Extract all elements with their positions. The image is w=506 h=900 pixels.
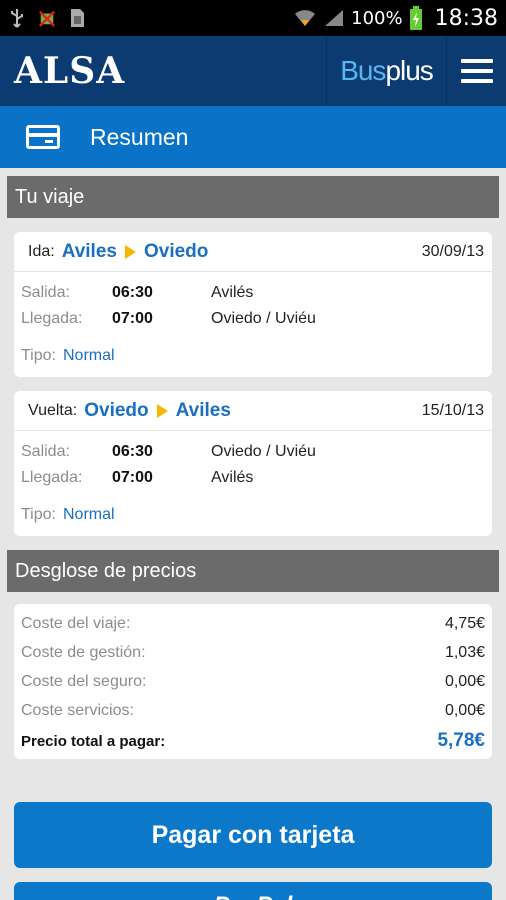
trip-section-header: Tu viaje xyxy=(7,176,499,218)
price-row-trip: Coste del viaje: 4,75€ xyxy=(21,609,485,638)
total-value: 5,78€ xyxy=(437,730,485,751)
price-breakdown: Coste del viaje: 4,75€ Coste de gestión:… xyxy=(14,604,492,759)
price-row-insurance: Coste del seguro: 0,00€ xyxy=(21,667,485,696)
price-total-row: Precio total a pagar: 5,78€ xyxy=(21,725,485,757)
total-label: Precio total a pagar: xyxy=(21,732,166,750)
page-title-bar: Resumen xyxy=(0,106,506,168)
price-label: Coste del seguro: xyxy=(21,672,147,690)
departure-label: Salida: xyxy=(21,284,70,301)
hamburger-icon-bar xyxy=(460,79,493,83)
menu-button[interactable] xyxy=(446,36,506,106)
price-section-header: Desglose de precios xyxy=(7,550,499,592)
trip-card-outbound: Ida: Aviles Oviedo 30/09/13 Salida: 06:3… xyxy=(14,232,492,377)
status-bar: 100% 18:38 xyxy=(0,0,506,36)
usb-icon xyxy=(11,9,23,28)
price-value: 4,75€ xyxy=(444,614,485,632)
price-value: 0,00€ xyxy=(444,672,485,690)
app-bar: ALSA Bus plus xyxy=(0,36,506,106)
sd-card-icon xyxy=(71,9,84,27)
trip-destination: Oviedo xyxy=(143,240,209,262)
departure-row: Salida: 06:30 Oviedo / Uviéu xyxy=(21,439,485,465)
hamburger-icon-bar xyxy=(460,59,493,63)
trip-kind: Ida: xyxy=(28,242,55,260)
arrow-right-icon xyxy=(124,244,136,259)
pay-with-paypal-button[interactable]: PayPal xyxy=(14,882,492,900)
trip-date: 15/10/13 xyxy=(421,401,484,419)
fare-type-label: Tipo: xyxy=(21,347,56,364)
wifi-icon xyxy=(295,10,316,26)
arrival-time: 07:00 xyxy=(112,310,153,327)
arrival-time: 07:00 xyxy=(112,469,153,486)
fare-type-row: Tipo: Normal xyxy=(21,343,485,369)
trip-header: Vuelta: Oviedo Aviles 15/10/13 xyxy=(14,391,492,431)
trip-date: 30/09/13 xyxy=(421,242,484,260)
pay-with-card-button[interactable]: Pagar con tarjeta xyxy=(14,802,492,868)
trip-details: Salida: 06:30 Oviedo / Uviéu Llegada: 07… xyxy=(14,431,492,536)
fare-type-value: Normal xyxy=(62,347,115,364)
clock: 18:38 xyxy=(434,5,498,31)
busplus-logo[interactable]: Bus plus xyxy=(326,36,446,106)
trip-header: Ida: Aviles Oviedo 30/09/13 xyxy=(14,232,492,272)
departure-place: Avilés xyxy=(211,284,254,301)
arrival-label: Llegada: xyxy=(21,310,83,327)
battery-percent: 100% xyxy=(351,7,403,29)
arrival-row: Llegada: 07:00 Avilés xyxy=(21,465,485,491)
trip-card-return: Vuelta: Oviedo Aviles 15/10/13 Salida: 0… xyxy=(14,391,492,536)
arrival-place: Avilés xyxy=(211,469,254,486)
fare-type-label: Tipo: xyxy=(21,506,56,523)
price-label: Coste del viaje: xyxy=(21,614,131,632)
fare-type-value: Normal xyxy=(62,506,115,523)
arrival-row: Llegada: 07:00 Oviedo / Uviéu xyxy=(21,306,485,332)
android-debug-icon xyxy=(39,10,55,27)
departure-time: 06:30 xyxy=(112,284,153,301)
departure-place: Oviedo / Uviéu xyxy=(211,443,316,460)
fare-type-row: Tipo: Normal xyxy=(21,502,485,528)
price-value: 1,03€ xyxy=(444,643,485,661)
busplus-logo-bus: Bus xyxy=(340,55,386,86)
signal-icon xyxy=(325,10,344,26)
page-title: Resumen xyxy=(90,123,189,150)
price-value: 0,00€ xyxy=(444,701,485,719)
price-row-services: Coste servicios: 0,00€ xyxy=(21,696,485,725)
price-label: Coste de gestión: xyxy=(21,643,146,661)
departure-time: 06:30 xyxy=(112,443,153,460)
trip-details: Salida: 06:30 Avilés Llegada: 07:00 Ovie… xyxy=(14,272,492,377)
price-row-management: Coste de gestión: 1,03€ xyxy=(21,638,485,667)
busplus-logo-plus: plus xyxy=(385,55,433,86)
departure-row: Salida: 06:30 Avilés xyxy=(21,280,485,306)
price-label: Coste servicios: xyxy=(21,701,134,719)
trip-origin: Oviedo xyxy=(84,399,149,421)
credit-card-icon xyxy=(26,125,60,149)
trip-kind: Vuelta: xyxy=(28,401,78,419)
hamburger-icon-bar xyxy=(460,69,493,73)
battery-charging-icon xyxy=(409,6,422,30)
arrival-label: Llegada: xyxy=(21,469,83,486)
arrival-place: Oviedo / Uviéu xyxy=(211,310,316,327)
arrow-right-icon xyxy=(156,403,168,418)
alsa-logo[interactable]: ALSA xyxy=(0,36,326,106)
trip-origin: Aviles xyxy=(61,240,117,262)
departure-label: Salida: xyxy=(21,443,70,460)
trip-destination: Aviles xyxy=(175,399,231,421)
